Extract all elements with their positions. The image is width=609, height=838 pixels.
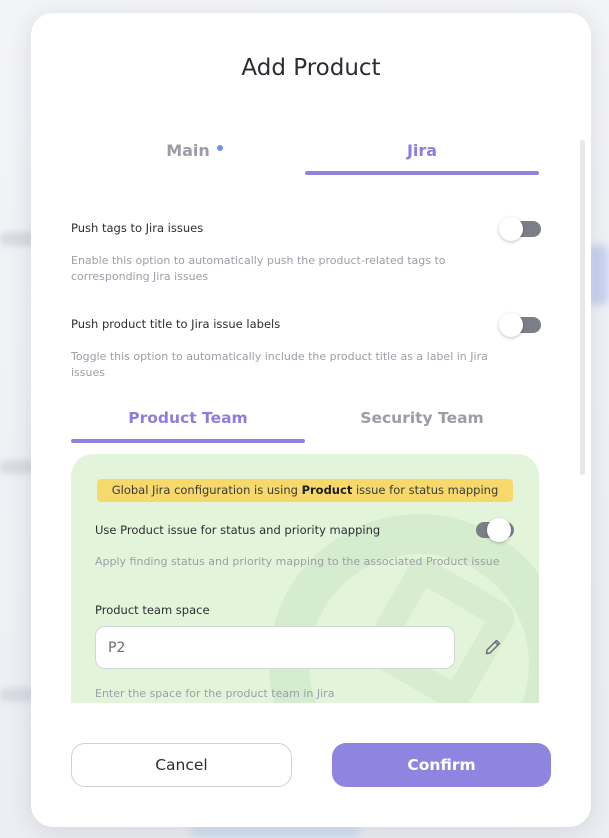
banner-suffix: issue for status mapping xyxy=(352,483,499,497)
push-title-toggle[interactable] xyxy=(499,313,541,337)
push-title-label: Push product title to Jira issue labels xyxy=(71,317,281,331)
backdrop-blur xyxy=(190,826,360,838)
scrollbar[interactable] xyxy=(580,140,585,475)
cancel-button[interactable]: Cancel xyxy=(71,743,292,787)
use-issue-description: Apply finding status and priority mappin… xyxy=(95,555,500,568)
push-tags-label: Push tags to Jira issues xyxy=(71,221,204,235)
tab-main-label: Main xyxy=(166,141,210,160)
banner-bold: Product xyxy=(301,483,353,497)
tab-security-team-label: Security Team xyxy=(360,409,484,427)
tab-jira[interactable]: Jira xyxy=(305,133,539,175)
product-team-panel: Global Jira configuration is using Produ… xyxy=(71,454,539,703)
setting-push-title: Push product title to Jira issue labels … xyxy=(71,313,541,379)
push-tags-toggle[interactable] xyxy=(499,217,541,241)
space-label: Product team space xyxy=(95,603,210,617)
toggle-knob xyxy=(499,217,523,241)
unsaved-dot-icon xyxy=(217,145,223,151)
tab-security-team[interactable]: Security Team xyxy=(305,403,539,443)
push-tags-description: Enable this option to automatically push… xyxy=(71,254,446,283)
active-subtab-underline xyxy=(71,439,305,443)
tab-product-team-label: Product Team xyxy=(128,409,248,427)
main-tabs: Main Jira xyxy=(71,133,539,175)
tab-main[interactable]: Main xyxy=(71,133,305,175)
space-helper-text: Enter the space for the product team in … xyxy=(95,687,335,700)
setting-push-tags: Push tags to Jira issues Enable this opt… xyxy=(71,217,541,283)
team-tabs: Product Team Security Team xyxy=(71,403,539,443)
pencil-icon[interactable] xyxy=(483,637,503,657)
active-tab-underline xyxy=(305,171,539,175)
tab-product-team[interactable]: Product Team xyxy=(71,403,305,443)
modal-scroll-area[interactable]: Main Jira Push tags to Jira issues Enabl… xyxy=(31,125,591,703)
status-mapping-banner: Global Jira configuration is using Produ… xyxy=(97,479,513,502)
toggle-knob xyxy=(499,313,523,337)
banner-prefix: Global Jira configuration is using xyxy=(111,483,302,497)
confirm-button[interactable]: Confirm xyxy=(332,743,551,787)
push-title-description: Toggle this option to automatically incl… xyxy=(71,350,488,379)
tab-jira-label: Jira xyxy=(406,141,438,160)
add-product-modal: Add Product Main Jira Push tags to Jira … xyxy=(31,13,591,827)
product-team-space-input[interactable] xyxy=(95,626,455,669)
use-issue-toggle[interactable] xyxy=(476,518,514,542)
use-issue-label: Use Product issue for status and priorit… xyxy=(95,523,381,537)
toggle-knob xyxy=(487,518,511,542)
modal-title: Add Product xyxy=(241,55,381,81)
